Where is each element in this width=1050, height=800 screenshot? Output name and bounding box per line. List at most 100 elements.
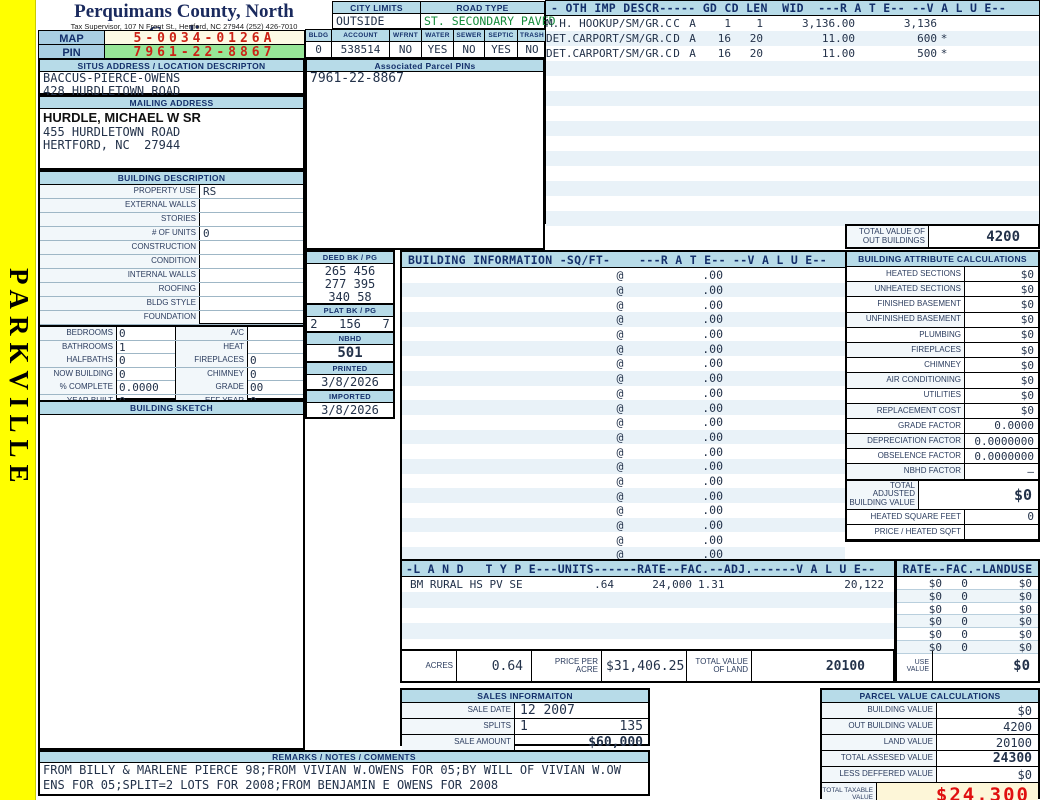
field-value xyxy=(200,311,303,324)
improvement-row: DET.CARPORT/SM/GR.C D A 16 20 11.00 600 … xyxy=(546,31,1039,46)
building-description-row: STORIES xyxy=(40,213,303,227)
attribute-label: UNFINISHED BASEMENT xyxy=(847,312,965,327)
attribute-row: PRICE / HEATED SQFT xyxy=(847,524,1038,540)
nbhd-header: NBHD xyxy=(307,333,393,345)
stats-row: % COMPLETE 0.0000 GRADE 00 xyxy=(40,381,303,395)
sales-box: SALES INFORMAITON SALE DATE 12 2007 SPLI… xyxy=(400,688,650,750)
attribute-value xyxy=(965,525,1038,539)
deed-entry: 277 395 xyxy=(324,276,376,291)
rate-cell: .00 xyxy=(702,400,723,415)
attribute-label: PLUMBING xyxy=(847,327,965,342)
improvement-wid: 1 xyxy=(756,17,763,30)
attribute-row: OBSELENCE FACTOR 0.0000000 xyxy=(847,449,1038,465)
remarks-line: ENS FOR 05;SPLIT=2 LOTS FOR 2008;FROM BE… xyxy=(43,778,499,792)
remarks-line: FROM BILLY & MARLENE PIERCE 98;FROM VIVI… xyxy=(43,763,621,777)
stat-value xyxy=(248,327,307,340)
improvement-wid: 20 xyxy=(749,47,763,60)
improvement-cd: A xyxy=(689,17,696,30)
attribute-label: FINISHED BASEMENT xyxy=(847,297,965,312)
building-info-row: @ .00 xyxy=(402,327,845,342)
attribute-label: UTILITIES xyxy=(847,388,965,403)
building-description-row: # OF UNITS 0 xyxy=(40,227,303,241)
associated-pins-box: Associated Parcel PINs 7961-22-8867 xyxy=(305,58,545,250)
building-info-row: @ .00 xyxy=(402,532,845,547)
account-col-value: NO xyxy=(398,43,413,56)
stat-value xyxy=(248,341,307,354)
landuse-row: $0 0 $0 xyxy=(897,615,1038,628)
sale-date-label: SALE DATE xyxy=(402,703,515,718)
attribute-value: $0 xyxy=(1020,343,1034,357)
stats-row: BEDROOMS 0 A/C xyxy=(40,327,303,341)
at-sign: @ xyxy=(616,503,624,518)
building-information-table: BUILDING INFORMATION -SQ/FT- ---R A T E-… xyxy=(400,250,845,562)
splits-label: SPLITS xyxy=(402,719,515,734)
improvement-row: DET.CARPORT/SM/GR.C D A 16 20 11.00 500 … xyxy=(546,46,1039,61)
attribute-row: GRADE FACTOR 0.0000 xyxy=(847,418,1038,435)
stat-label: BEDROOMS xyxy=(40,327,117,340)
building-info-row: @ .00 xyxy=(402,503,845,518)
city-road-box: CITY LIMITS ROAD TYPE OUTSIDE ST. SECOND… xyxy=(332,1,556,29)
price-per-acre-label: PRICE PER ACRE xyxy=(532,651,602,681)
attribute-row: UTILITIES $0 xyxy=(847,388,1038,404)
rate-cell: .00 xyxy=(702,312,723,327)
parcel-values-box: PARCEL VALUE CALCULATIONS BUILDING VALUE… xyxy=(820,688,1040,800)
attribute-row: FINISHED BASEMENT $0 xyxy=(847,297,1038,313)
mailing-header: MAILING ADDRESS xyxy=(40,97,303,109)
attribute-label: HEATED SECTIONS xyxy=(847,267,965,282)
taxable-value-label: TOTAL TAXABLE VALUE xyxy=(822,783,877,800)
improvement-gd: D xyxy=(673,32,680,45)
building-info-row: @ .00 xyxy=(402,268,845,283)
attribute-label: DEPRECIATION FACTOR xyxy=(847,434,965,449)
land-fac: 1.31 xyxy=(698,578,725,591)
building-info-row: @ .00 xyxy=(402,474,845,489)
building-attribute-header: BUILDING ATTRIBUTE CALCULATIONS xyxy=(847,252,1038,267)
plat-box: PLAT BK / PG 2 156 7 xyxy=(305,303,395,331)
parcel-value-label: LESS DEFFERED VALUE xyxy=(822,767,937,782)
acres-value: 0.64 xyxy=(457,651,532,681)
stat-label: GRADE xyxy=(176,381,248,394)
at-sign: @ xyxy=(616,371,624,386)
situs-box: SITUS ADDRESS / LOCATION DESCRIPTON BACC… xyxy=(38,58,305,98)
landuse-table: RATE--FAC.-LANDUSE $0 0 $0 $0 0 $0 $0 0 xyxy=(895,559,1040,654)
building-info-row: @ .00 xyxy=(402,386,845,401)
attribute-row: DEPRECIATION FACTOR 0.0000000 xyxy=(847,434,1038,450)
attribute-label: GRADE FACTOR xyxy=(847,418,965,434)
deed-header: DEED BK / PG xyxy=(307,252,393,264)
building-attribute-box: BUILDING ATTRIBUTE CALCULATIONS HEATED S… xyxy=(845,250,1040,542)
attribute-label: REPLACEMENT COST xyxy=(847,403,965,418)
attribute-label: NBHD FACTOR xyxy=(847,464,965,479)
improvement-flag: * xyxy=(940,47,948,60)
building-info-row: @ .00 xyxy=(402,297,845,312)
map-row: MAP 5-0034-0126A xyxy=(38,30,305,46)
building-info-row: @ .00 xyxy=(402,312,845,327)
at-sign: @ xyxy=(616,473,624,488)
rate-cell: .00 xyxy=(702,356,723,371)
building-description-box: BUILDING DESCRIPTION PROPERTY USE RS EXT… xyxy=(38,170,305,339)
building-stats-box: BEDROOMS 0 A/C BATHROOMS 1 HEAT HALFBATH… xyxy=(38,325,307,408)
parcel-value-label: TOTAL ASSESED VALUE xyxy=(822,751,937,766)
improvement-gd: D xyxy=(673,47,680,60)
city-limits-label: CITY LIMITS xyxy=(333,2,421,14)
building-sketch-header: BUILDING SKETCH xyxy=(40,402,303,415)
at-sign: @ xyxy=(616,444,624,459)
at-sign: @ xyxy=(616,297,624,312)
attribute-label: HEATED SQUARE FEET xyxy=(847,509,965,524)
attribute-label: OBSELENCE FACTOR xyxy=(847,449,965,464)
deed-entry: 265 456 xyxy=(324,263,376,278)
attribute-value: 0 xyxy=(1027,510,1034,524)
account-col: TRASH NO xyxy=(518,30,546,57)
improvement-row: M.H. HOOKUP/SM/GR.C C A 1 1 3,136.00 3,1… xyxy=(546,16,1039,31)
rate-cell: .00 xyxy=(702,503,723,518)
rate-cell: .00 xyxy=(702,488,723,503)
stat-label: HALFBATHS xyxy=(40,354,117,367)
account-col-value: NO xyxy=(462,43,476,56)
stat-value: 0 xyxy=(250,367,257,381)
building-info-row: @ .00 xyxy=(402,415,845,430)
out-buildings-total-value: 4200 xyxy=(986,228,1020,245)
field-value xyxy=(200,283,303,296)
account-col: ACCOUNT 538514 xyxy=(332,30,390,57)
landuse-fac: 0 xyxy=(961,628,968,642)
rate-cell: .00 xyxy=(702,459,723,474)
stats-row: HALFBATHS 0 FIREPLACES 0 xyxy=(40,354,303,368)
improvement-len: 1 xyxy=(724,17,731,30)
